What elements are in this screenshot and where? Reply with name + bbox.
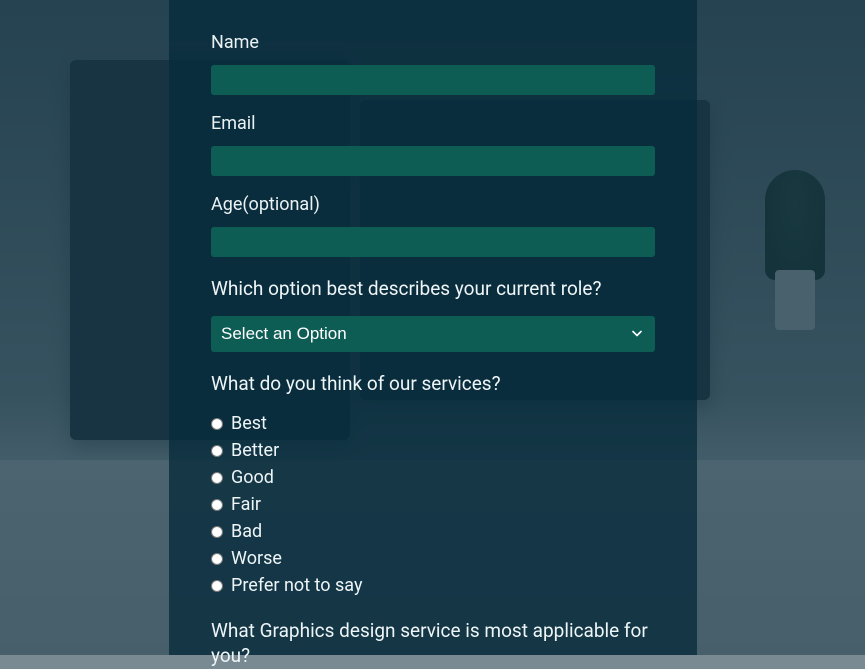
radio-input[interactable] <box>211 580 223 592</box>
email-input[interactable] <box>211 146 655 176</box>
graphics-question: What Graphics design service is most app… <box>211 619 655 668</box>
radio-item-prefer-not[interactable]: Prefer not to say <box>211 572 655 599</box>
radio-label: Better <box>231 437 279 464</box>
name-label: Name <box>211 32 655 53</box>
radio-label: Prefer not to say <box>231 572 362 599</box>
name-input[interactable] <box>211 65 655 95</box>
radio-input[interactable] <box>211 553 223 565</box>
email-label: Email <box>211 113 655 134</box>
radio-item-bad[interactable]: Bad <box>211 518 655 545</box>
radio-item-good[interactable]: Good <box>211 464 655 491</box>
radio-label: Best <box>231 410 267 437</box>
radio-label: Fair <box>231 491 261 518</box>
services-radio-group: Best Better Good Fair Bad Worse Prefer n… <box>211 410 655 599</box>
radio-label: Worse <box>231 545 282 572</box>
radio-input[interactable] <box>211 445 223 457</box>
radio-item-better[interactable]: Better <box>211 437 655 464</box>
age-label: Age(optional) <box>211 194 655 215</box>
age-input[interactable] <box>211 227 655 257</box>
role-question: Which option best describes your current… <box>211 277 655 302</box>
radio-input[interactable] <box>211 418 223 430</box>
radio-item-fair[interactable]: Fair <box>211 491 655 518</box>
survey-form-panel: Name Email Age(optional) Which option be… <box>169 0 697 655</box>
radio-input[interactable] <box>211 472 223 484</box>
radio-item-worse[interactable]: Worse <box>211 545 655 572</box>
services-question: What do you think of our services? <box>211 372 655 397</box>
role-select[interactable]: Select an Option <box>211 316 655 352</box>
radio-label: Good <box>231 464 274 491</box>
radio-label: Bad <box>231 518 262 545</box>
radio-input[interactable] <box>211 499 223 511</box>
radio-input[interactable] <box>211 526 223 538</box>
radio-item-best[interactable]: Best <box>211 410 655 437</box>
